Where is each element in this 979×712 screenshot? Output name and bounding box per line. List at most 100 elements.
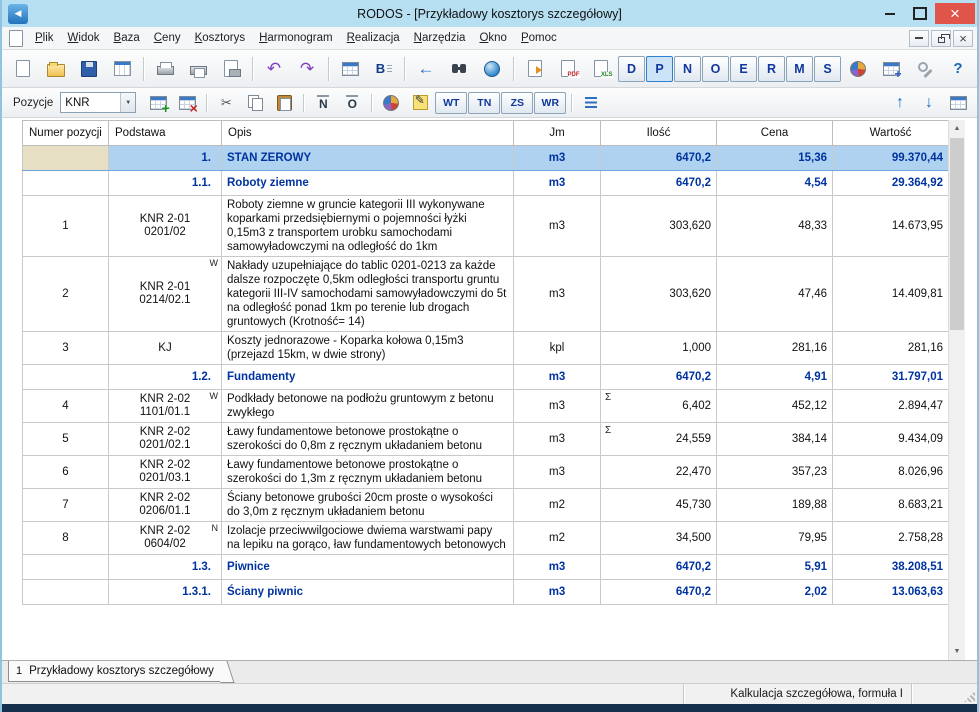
cell-podstawa[interactable]: 1.3.1. xyxy=(109,580,222,605)
view-r-button[interactable]: R xyxy=(758,56,785,82)
cell-numer[interactable] xyxy=(23,365,109,390)
cell-opis[interactable]: Podkłady betonowe na podłożu gruntowym z… xyxy=(222,390,514,423)
position-row[interactable]: 7KNR 2-02 0206/01.1Ściany betonowe grubo… xyxy=(23,489,949,522)
child-close-button[interactable] xyxy=(953,30,973,47)
cell-opis[interactable]: Roboty ziemne xyxy=(222,171,514,196)
view-n-button[interactable]: N xyxy=(674,56,701,82)
view-s-button[interactable]: S xyxy=(814,56,841,82)
app-icon[interactable] xyxy=(8,4,28,24)
cut-button[interactable] xyxy=(212,91,240,115)
help-button[interactable] xyxy=(942,54,974,84)
cell-opis[interactable]: Izolacje przeciwwilgociowe dwiema warstw… xyxy=(222,522,514,555)
cell-jm[interactable]: m3 xyxy=(514,580,601,605)
cell-podstawa[interactable]: 1.1. xyxy=(109,171,222,196)
cell-jm[interactable]: m3 xyxy=(514,423,601,456)
move-up-button[interactable] xyxy=(886,91,914,115)
cell-numer[interactable]: 7 xyxy=(23,489,109,522)
col-header-ilosc[interactable]: Ilość xyxy=(601,121,717,146)
position-row[interactable]: 4KNR 2-02 1101/01.1WPodkłady betonowe na… xyxy=(23,390,949,423)
cell-numer[interactable]: 5 xyxy=(23,423,109,456)
cell-wartosc[interactable]: 29.364,92 xyxy=(833,171,949,196)
undo-button[interactable] xyxy=(258,54,290,84)
cell-jm[interactable]: m2 xyxy=(514,522,601,555)
menu-harmonogram[interactable]: Harmonogram xyxy=(252,29,340,47)
menu-ceny[interactable]: Ceny xyxy=(147,29,188,47)
cell-jm[interactable]: kpl xyxy=(514,332,601,365)
cell-ilosc[interactable]: 6470,2 xyxy=(601,555,717,580)
search-button[interactable] xyxy=(443,54,475,84)
cell-ilosc[interactable]: 1,000 xyxy=(601,332,717,365)
cell-cena[interactable]: 48,33 xyxy=(717,196,833,257)
export-button[interactable] xyxy=(519,54,551,84)
cell-jm[interactable]: m3 xyxy=(514,146,601,171)
cell-podstawa[interactable]: KNR 2-02 0201/02.1 xyxy=(109,423,222,456)
menu-narzedzia[interactable]: Narzędzia xyxy=(407,29,473,47)
new-document-button[interactable] xyxy=(7,54,39,84)
print-preview-button[interactable] xyxy=(182,54,214,84)
cell-jm[interactable]: m3 xyxy=(514,365,601,390)
cell-opis[interactable]: Piwnice xyxy=(222,555,514,580)
cell-ilosc[interactable]: 6470,2 xyxy=(601,580,717,605)
menu-baza[interactable]: Baza xyxy=(107,29,147,47)
col-header-opis[interactable]: Opis xyxy=(222,121,514,146)
chevron-down-icon[interactable] xyxy=(120,93,135,112)
cell-jm[interactable]: m3 xyxy=(514,456,601,489)
catalog-select[interactable]: KNR xyxy=(60,92,136,113)
cell-numer[interactable] xyxy=(23,555,109,580)
section-row[interactable]: 1.3.1.Ściany piwnicm36470,22,0213.063,63 xyxy=(23,580,949,605)
cell-cena[interactable]: 452,12 xyxy=(717,390,833,423)
cell-cena[interactable]: 281,16 xyxy=(717,332,833,365)
col-header-cena[interactable]: Cena xyxy=(717,121,833,146)
cell-podstawa[interactable]: 1.2. xyxy=(109,365,222,390)
cell-jm[interactable]: m3 xyxy=(514,257,601,332)
menu-realizacja[interactable]: Realizacja xyxy=(340,29,407,47)
cell-cena[interactable]: 4,91 xyxy=(717,365,833,390)
col-header-numer-pozycji[interactable]: Numer pozycji xyxy=(23,121,109,146)
zs-button[interactable]: ZS xyxy=(501,92,533,114)
cell-wartosc[interactable]: 31.797,01 xyxy=(833,365,949,390)
cell-cena[interactable]: 357,23 xyxy=(717,456,833,489)
tab-kosztorys[interactable]: 1 Przykładowy kosztorys szczegółowy xyxy=(8,661,225,682)
insert-obmiar-button[interactable] xyxy=(338,91,366,115)
position-row[interactable]: 5KNR 2-02 0201/02.1Ławy fundamentowe bet… xyxy=(23,423,949,456)
cell-podstawa[interactable]: KJ xyxy=(109,332,222,365)
section-row[interactable]: 1.1.Roboty ziemnem36470,24,5429.364,92 xyxy=(23,171,949,196)
position-row[interactable]: 3KJKoszty jednorazowe - Koparka kołowa 0… xyxy=(23,332,949,365)
scroll-up-button[interactable] xyxy=(949,120,965,137)
print-button[interactable] xyxy=(149,54,181,84)
cell-opis[interactable]: Fundamenty xyxy=(222,365,514,390)
cell-podstawa[interactable]: KNR 2-01 0201/02 xyxy=(109,196,222,257)
menu-widok[interactable]: Widok xyxy=(61,29,107,47)
cell-wartosc[interactable]: 281,16 xyxy=(833,332,949,365)
cell-ilosc[interactable]: 6470,2 xyxy=(601,171,717,196)
cell-cena[interactable]: 2,02 xyxy=(717,580,833,605)
scroll-down-button[interactable] xyxy=(949,643,965,660)
cell-cena[interactable]: 5,91 xyxy=(717,555,833,580)
cell-ilosc[interactable]: 6470,2 xyxy=(601,365,717,390)
redo-button[interactable] xyxy=(291,54,323,84)
position-row[interactable]: 6KNR 2-02 0201/03.1Ławy fundamentowe bet… xyxy=(23,456,949,489)
cell-ilosc[interactable]: 22,470 xyxy=(601,456,717,489)
move-down-button[interactable] xyxy=(915,91,943,115)
cell-wartosc[interactable]: 14.673,95 xyxy=(833,196,949,257)
cell-podstawa[interactable]: KNR 2-02 1101/01.1W xyxy=(109,390,222,423)
cell-numer[interactable]: 6 xyxy=(23,456,109,489)
child-window-icon[interactable] xyxy=(6,29,25,47)
position-chart-button[interactable] xyxy=(377,91,405,115)
text-format-button[interactable] xyxy=(367,54,399,84)
menu-okno[interactable]: Okno xyxy=(472,29,514,47)
cell-wartosc[interactable]: 8.683,21 xyxy=(833,489,949,522)
menu-plik[interactable]: Plik xyxy=(28,29,61,47)
cell-numer[interactable]: 3 xyxy=(23,332,109,365)
cell-numer[interactable]: 4 xyxy=(23,390,109,423)
paste-button[interactable] xyxy=(270,91,298,115)
cell-podstawa[interactable]: KNR 2-02 0201/03.1 xyxy=(109,456,222,489)
cell-wartosc[interactable]: 2.894,47 xyxy=(833,390,949,423)
cell-podstawa[interactable]: KNR 2-01 0214/02.1W xyxy=(109,257,222,332)
cell-opis[interactable]: STAN ZEROWY xyxy=(222,146,514,171)
open-button[interactable] xyxy=(40,54,72,84)
cell-cena[interactable]: 384,14 xyxy=(717,423,833,456)
cell-wartosc[interactable]: 2.758,28 xyxy=(833,522,949,555)
cell-wartosc[interactable]: 99.370,44 xyxy=(833,146,949,171)
cell-wartosc[interactable]: 9.434,09 xyxy=(833,423,949,456)
